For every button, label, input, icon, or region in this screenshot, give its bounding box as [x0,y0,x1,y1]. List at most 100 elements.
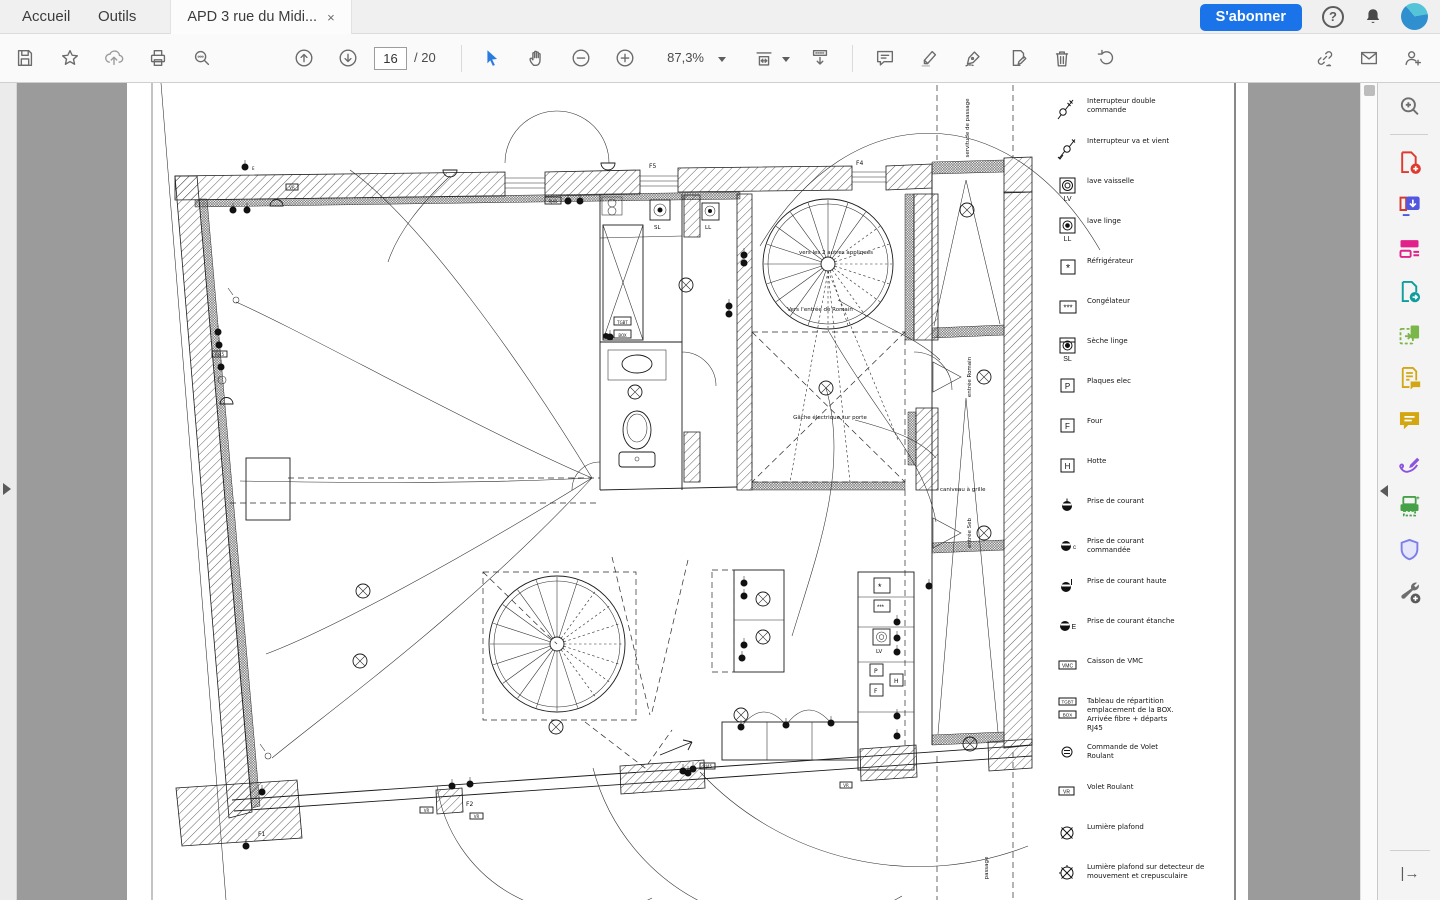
get-link-button[interactable] [1313,47,1337,71]
fit-width-button[interactable] [752,47,776,71]
legend-symbol-boxF: F [1056,416,1080,447]
tool-export-pdf[interactable] [1389,188,1429,222]
tool-request-signatures[interactable] [1389,360,1429,394]
print-button[interactable] [146,47,170,71]
tab-close-icon[interactable]: × [327,10,335,25]
legend-label: Congélateur [1087,296,1130,306]
legend-label: Caisson de VMC [1087,656,1143,666]
save-icon [14,47,36,69]
page-count-label: / 20 [414,50,436,65]
notifications-bell-icon[interactable] [1362,6,1384,28]
plan-note-gache: Gâche électrique sur porte [793,414,867,421]
scan-ocr-icon [1396,493,1423,520]
legend-symbol-socket [1056,496,1080,527]
left-pane-strip [0,83,17,900]
plan-label-four: F [874,688,878,695]
tool-share-pdf[interactable] [1389,274,1429,308]
select-tool-button[interactable] [480,47,504,71]
hand-tool-button[interactable] [525,47,549,71]
document-tab[interactable]: APD 3 rue du Midi... × [170,0,352,34]
toolbar-separator [852,45,853,72]
zoom-level-value[interactable]: 87,3% [660,50,704,65]
share-with-others-button[interactable] [1401,47,1425,71]
legend-symbol-freezer: *** [1056,296,1080,327]
plan-note-entree: Vers l'entrée de Romain [787,306,853,313]
legend-symbol-light-det [1056,862,1080,893]
scrollbar-thumb[interactable] [1364,85,1375,96]
pointer-icon [481,47,503,69]
delete-tool-button[interactable] [1050,47,1074,71]
legend-item: cPrise de courant commandée [1056,536,1234,567]
find-button[interactable] [190,47,214,71]
plan-note-caniveau: caniveau à grille [940,486,986,493]
svg-text:LV: LV [1063,196,1071,202]
svg-text:VR: VR [1063,790,1070,796]
tool-scan-ocr[interactable] [1389,489,1429,523]
legend-label: Hotte [1087,456,1106,466]
expand-tools-panel-button[interactable]: |→ [1390,850,1430,882]
sign-tool-button[interactable] [961,47,985,71]
svg-text:BOX: BOX [1063,713,1073,718]
legend-symbol-socket-etanche: E [1056,616,1080,647]
zoom-caret-icon[interactable] [718,57,726,62]
open-left-pane-icon[interactable] [3,483,11,495]
zoom-out-button[interactable] [569,47,593,71]
create-pdf-icon [1396,149,1423,176]
combine-files-icon [1396,321,1423,348]
tool-fill-sign[interactable] [1389,446,1429,480]
svg-text:*: * [1066,263,1071,275]
legend-item: Interrupteur double commande [1056,96,1234,127]
svg-text:H: H [1065,462,1071,471]
comment-icon [1396,407,1423,434]
tool-search-document[interactable] [1389,89,1429,123]
user-avatar[interactable] [1401,3,1428,30]
rotate-tool-button[interactable] [1094,47,1118,71]
help-icon[interactable]: ? [1322,6,1344,28]
comment-tool-button[interactable] [873,47,897,71]
fit-caret-icon[interactable] [782,57,790,62]
legend-symbol-boxP: P [1056,376,1080,407]
fill-sign-tool-button[interactable] [1006,47,1030,71]
tool-edit-pdf[interactable] [1389,231,1429,265]
legend-symbol-socket-high [1056,576,1080,607]
legend-item: Interrupteur va et vient [1056,136,1234,167]
plan-label-plaques: P [874,668,878,675]
page-scrolling-button[interactable] [808,47,832,71]
next-page-button[interactable] [336,47,360,71]
collapse-tools-panel-icon[interactable] [1380,485,1388,497]
legend-label: lave linge [1087,216,1121,226]
plan-box-label: VR [424,808,430,813]
legend-label: Prise de courant [1087,496,1144,506]
document-canvas[interactable]: RJ45RJ45RJ45VRVRVRVRTGBTBOX F5 F4 F1 F2 … [17,83,1360,900]
legend-item: EPrise de courant étanche [1056,616,1234,647]
more-tools-icon [1396,579,1423,606]
svg-text:VMC: VMC [1062,664,1074,670]
tool-combine-files[interactable] [1389,317,1429,351]
menu-outils[interactable]: Outils [84,0,150,34]
request-signatures-icon [1396,364,1423,391]
plan-note-entree-romain: entrée Romain [966,356,973,397]
star-button[interactable] [58,47,82,71]
legend-symbol-boxH: H [1056,456,1080,487]
zoom-in-button[interactable] [613,47,637,71]
page-number-input[interactable]: 16 [374,47,407,70]
highlight-tool-button[interactable] [917,47,941,71]
previous-page-button[interactable] [292,47,316,71]
plan-box-label: RJ45 [703,764,713,769]
tool-comment[interactable] [1389,403,1429,437]
share-upload-button[interactable] [102,47,126,71]
save-button[interactable] [13,47,37,71]
email-button[interactable] [1357,47,1381,71]
tool-protect[interactable] [1389,532,1429,566]
fill-sign-icon [1007,47,1029,69]
svg-text:SL: SL [1063,356,1072,362]
tool-create-pdf[interactable] [1389,145,1429,179]
fit-width-icon [753,47,775,69]
trash-icon [1051,47,1073,69]
subscribe-button[interactable]: S'abonner [1200,4,1302,31]
vertical-scrollbar[interactable] [1360,83,1377,900]
menu-accueil[interactable]: Accueil [8,0,84,34]
plan-label-hotte: H [894,678,899,685]
tool-more-tools[interactable] [1389,575,1429,609]
search-icon [191,47,213,69]
